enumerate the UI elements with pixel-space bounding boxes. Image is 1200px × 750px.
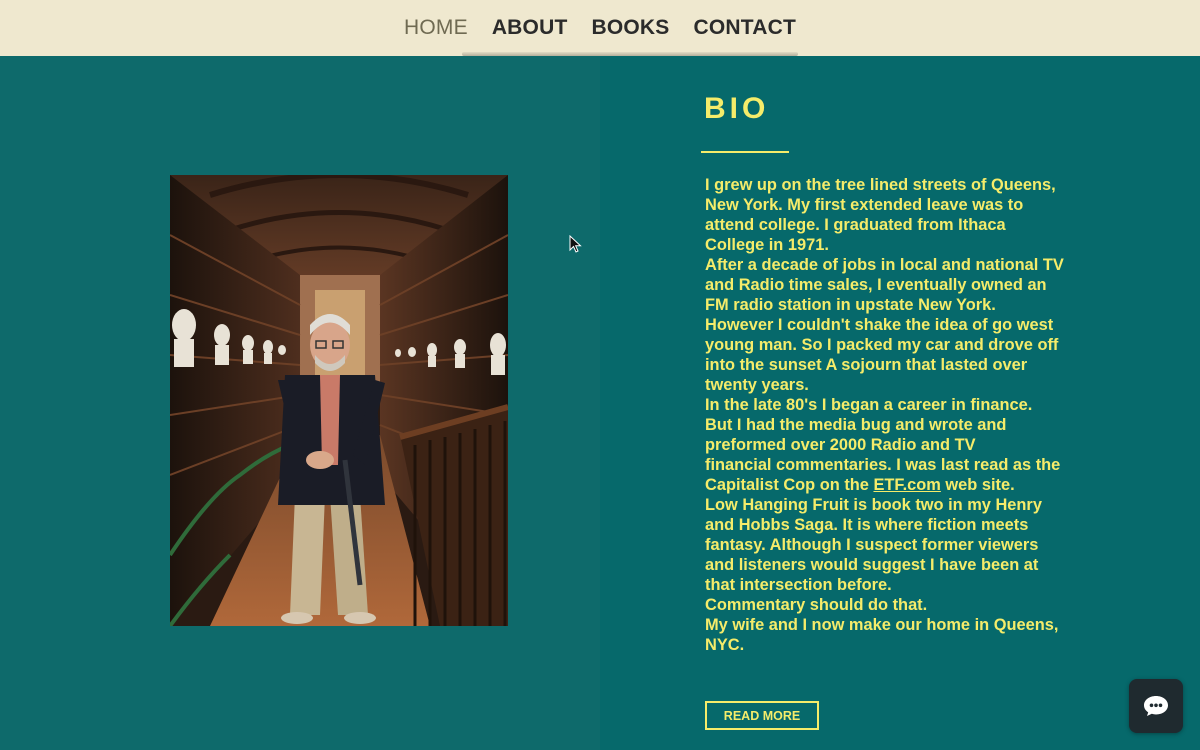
bio-text-after-link: web site. Low Hanging Fruit is book two … [705, 476, 1059, 654]
chat-button[interactable] [1129, 679, 1183, 733]
bio-divider [701, 151, 789, 153]
bio-text-before-link: I grew up on the tree lined streets of Q… [705, 176, 1064, 494]
author-photo [170, 175, 508, 626]
bio-paragraph: I grew up on the tree lined streets of Q… [705, 175, 1065, 655]
nav-item-books[interactable]: BOOKS [591, 16, 669, 40]
mouse-cursor-icon [569, 235, 582, 253]
chat-bubble-icon [1144, 696, 1168, 716]
nav-item-about[interactable]: ABOUT [492, 16, 568, 40]
etf-link[interactable]: ETF.com [873, 476, 940, 494]
top-navigation: HOME ABOUT BOOKS CONTACT [0, 0, 1200, 56]
bio-heading: BIO [704, 92, 770, 125]
nav-shadow-divider [462, 52, 798, 56]
read-more-button[interactable]: READ MORE [705, 701, 819, 730]
nav-item-contact[interactable]: CONTACT [694, 16, 797, 40]
page: HOME ABOUT BOOKS CONTACT BIO I grew up o… [0, 0, 1200, 750]
nav-item-home[interactable]: HOME [404, 16, 468, 40]
